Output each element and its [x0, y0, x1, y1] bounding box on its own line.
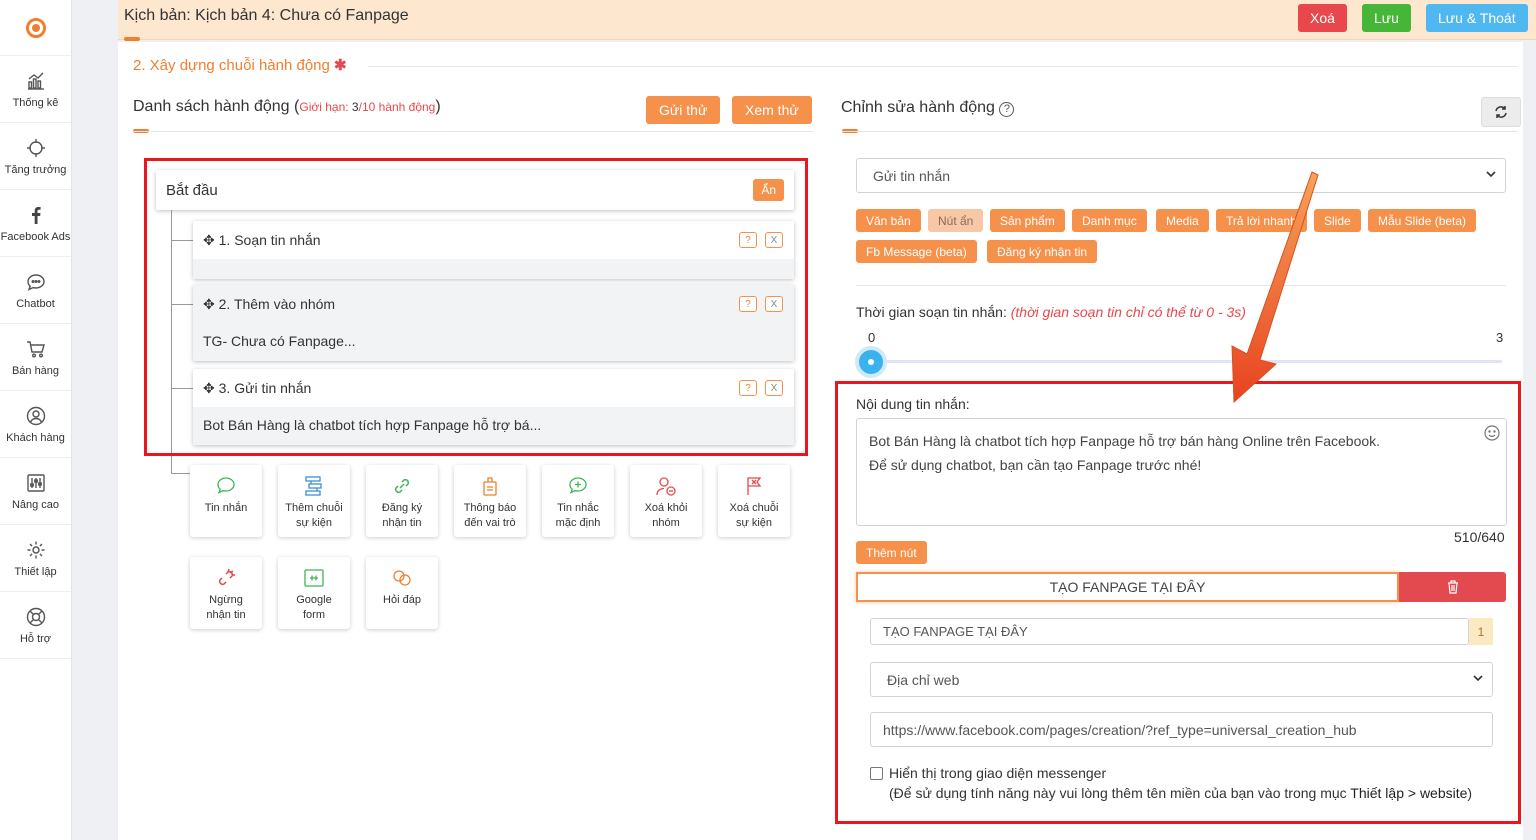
form-icon	[304, 569, 324, 587]
sidebar-item-label: Bán hàng	[11, 364, 60, 377]
tag-product[interactable]: Sản phẩm	[990, 209, 1065, 232]
sidebar-item-label: Khách hàng	[6, 431, 65, 444]
sidebar-item-khach-hang[interactable]: Khách hàng	[0, 391, 71, 458]
crosshair-icon	[25, 137, 47, 159]
user-remove-icon	[656, 477, 676, 496]
tool-qa[interactable]: Hỏi đáp	[366, 557, 438, 629]
sidebar-item-thong-ke[interactable]: Thống kê	[0, 56, 71, 123]
actions-divider	[133, 131, 813, 132]
sidebar-item-label: Chatbot	[16, 297, 55, 310]
sidebar-item-label: Tăng trưởng	[4, 163, 67, 176]
tag-slide-template[interactable]: Mẫu Slide (beta)	[1368, 209, 1477, 232]
chart-icon	[25, 70, 47, 92]
tag-fb-message[interactable]: Fb Message (beta)	[856, 240, 977, 263]
section-divider	[368, 66, 1518, 67]
scenario-header: Kịch bản: Kịch bản 4: Chưa có Fanpage Xo…	[118, 0, 1536, 41]
facebook-icon	[25, 204, 47, 226]
slider-handle[interactable]	[855, 346, 887, 378]
qa-icon	[393, 570, 411, 586]
actions-panel-title: Danh sách hành động (Giới hạn: 3/10 hành…	[133, 98, 441, 115]
link-icon	[394, 478, 410, 494]
chat-icon	[25, 271, 47, 293]
tag-text[interactable]: Văn bản	[856, 209, 921, 232]
tag-subscribe[interactable]: Đăng ký nhận tin	[987, 240, 1098, 263]
highlight-box	[144, 158, 808, 456]
required-mark: ✱	[334, 57, 347, 74]
flag-remove-icon	[747, 477, 762, 495]
refresh-button[interactable]	[1481, 97, 1521, 127]
message-plus-icon	[569, 477, 587, 494]
editor-divider	[856, 285, 1506, 286]
sidebar-item-label: Hỗ trợ	[19, 632, 52, 645]
cart-icon	[25, 338, 47, 360]
title-underline	[124, 37, 140, 41]
save-button[interactable]: Lưu	[1362, 4, 1411, 32]
tag-category[interactable]: Danh mục	[1072, 209, 1147, 232]
typing-time-slider[interactable]	[870, 360, 1502, 363]
tool-subscribe[interactable]: Đăng ký nhận tin	[366, 465, 438, 537]
sidebar-item-nang-cao[interactable]: Nâng cao	[0, 458, 71, 525]
tool-role-notify[interactable]: Thông báo đến vai trò	[454, 465, 526, 537]
sidebar-item-chatbot[interactable]: Chatbot	[0, 257, 71, 324]
section-title: 2. Xây dựng chuỗi hành động ✱	[133, 56, 347, 74]
sliders-icon	[25, 472, 47, 494]
send-test-button[interactable]: Gửi thử	[646, 96, 721, 124]
section-title-text: 2. Xây dựng chuỗi hành động	[133, 57, 330, 74]
message-icon	[217, 477, 235, 494]
sidebar-item-ban-hang[interactable]: Bán hàng	[0, 324, 71, 391]
tool-remove-sequence[interactable]: Xoá chuỗi sự kiện	[718, 465, 790, 537]
tool-default-reminder[interactable]: Tin nhắc mặc định	[542, 465, 614, 537]
tool-unsubscribe[interactable]: Ngừng nhận tin	[190, 557, 262, 629]
sidebar-item-ho-tro[interactable]: Hỗ trợ	[0, 592, 71, 659]
sidebar-item-thiet-lap[interactable]: Thiết lập	[0, 525, 71, 592]
sidebar: Thống kê Tăng trưởng Facebook Ads Chatbo…	[0, 0, 72, 840]
sidebar-item-label: Thiết lập	[14, 565, 57, 578]
tag-media[interactable]: Media	[1156, 209, 1209, 232]
lifebuoy-icon	[25, 606, 47, 628]
logo[interactable]	[0, 0, 71, 56]
typing-time-label: Thời gian soạn tin nhắn: (thời gian soạn…	[856, 304, 1246, 320]
user-icon	[25, 405, 47, 427]
sidebar-item-label: Nâng cao	[11, 498, 60, 511]
logo-icon	[25, 17, 46, 38]
editor-title: Chỉnh sửa hành động ?	[841, 99, 1015, 117]
editor-divider	[842, 131, 1518, 132]
flow-icon	[305, 476, 322, 496]
tool-message[interactable]: Tin nhắn	[190, 465, 262, 537]
scenario-title: Kịch bản: Kịch bản 4: Chưa có Fanpage	[124, 7, 409, 24]
slider-max: 3	[1496, 330, 1504, 345]
action-limit: Giới hạn: 3/10 hành động	[299, 100, 436, 114]
save-exit-button[interactable]: Lưu & Thoát	[1426, 4, 1528, 32]
sidebar-item-tang-truong[interactable]: Tăng trưởng	[0, 123, 71, 190]
gear-icon	[25, 539, 47, 561]
unlink-icon	[218, 568, 235, 586]
actions-title-text: Danh sách hành động	[133, 98, 290, 115]
help-circle-icon[interactable]: ?	[999, 102, 1015, 117]
slider-min: 0	[868, 330, 876, 345]
tag-hidden-button[interactable]: Nút ẩn	[928, 209, 984, 232]
main-panel: 2. Xây dựng chuỗi hành động ✱ Danh sách …	[118, 42, 1523, 840]
highlight-box	[835, 381, 1521, 824]
typing-time-hint: (thời gian soạn tin chỉ có thể từ 0 - 3s…	[1010, 304, 1246, 320]
delete-button[interactable]: Xoá	[1298, 4, 1347, 32]
badge-icon	[483, 477, 497, 496]
sidebar-item-label: Thống kê	[12, 96, 59, 109]
refresh-icon	[1495, 106, 1507, 118]
preview-button[interactable]: Xem thử	[732, 96, 812, 124]
action-type-select[interactable]: Gửi tin nhắn	[856, 158, 1506, 193]
sidebar-item-label: Facebook Ads	[0, 230, 71, 243]
annotation-arrow	[1231, 171, 1319, 404]
tool-add-sequence[interactable]: Thêm chuỗi sự kiện	[278, 465, 350, 537]
sidebar-item-facebook-ads[interactable]: Facebook Ads	[0, 190, 71, 257]
chevron-down-icon	[1486, 171, 1496, 178]
tool-google-form[interactable]: Google form	[278, 557, 350, 629]
tool-remove-from-group[interactable]: Xoá khỏi nhóm	[630, 465, 702, 537]
